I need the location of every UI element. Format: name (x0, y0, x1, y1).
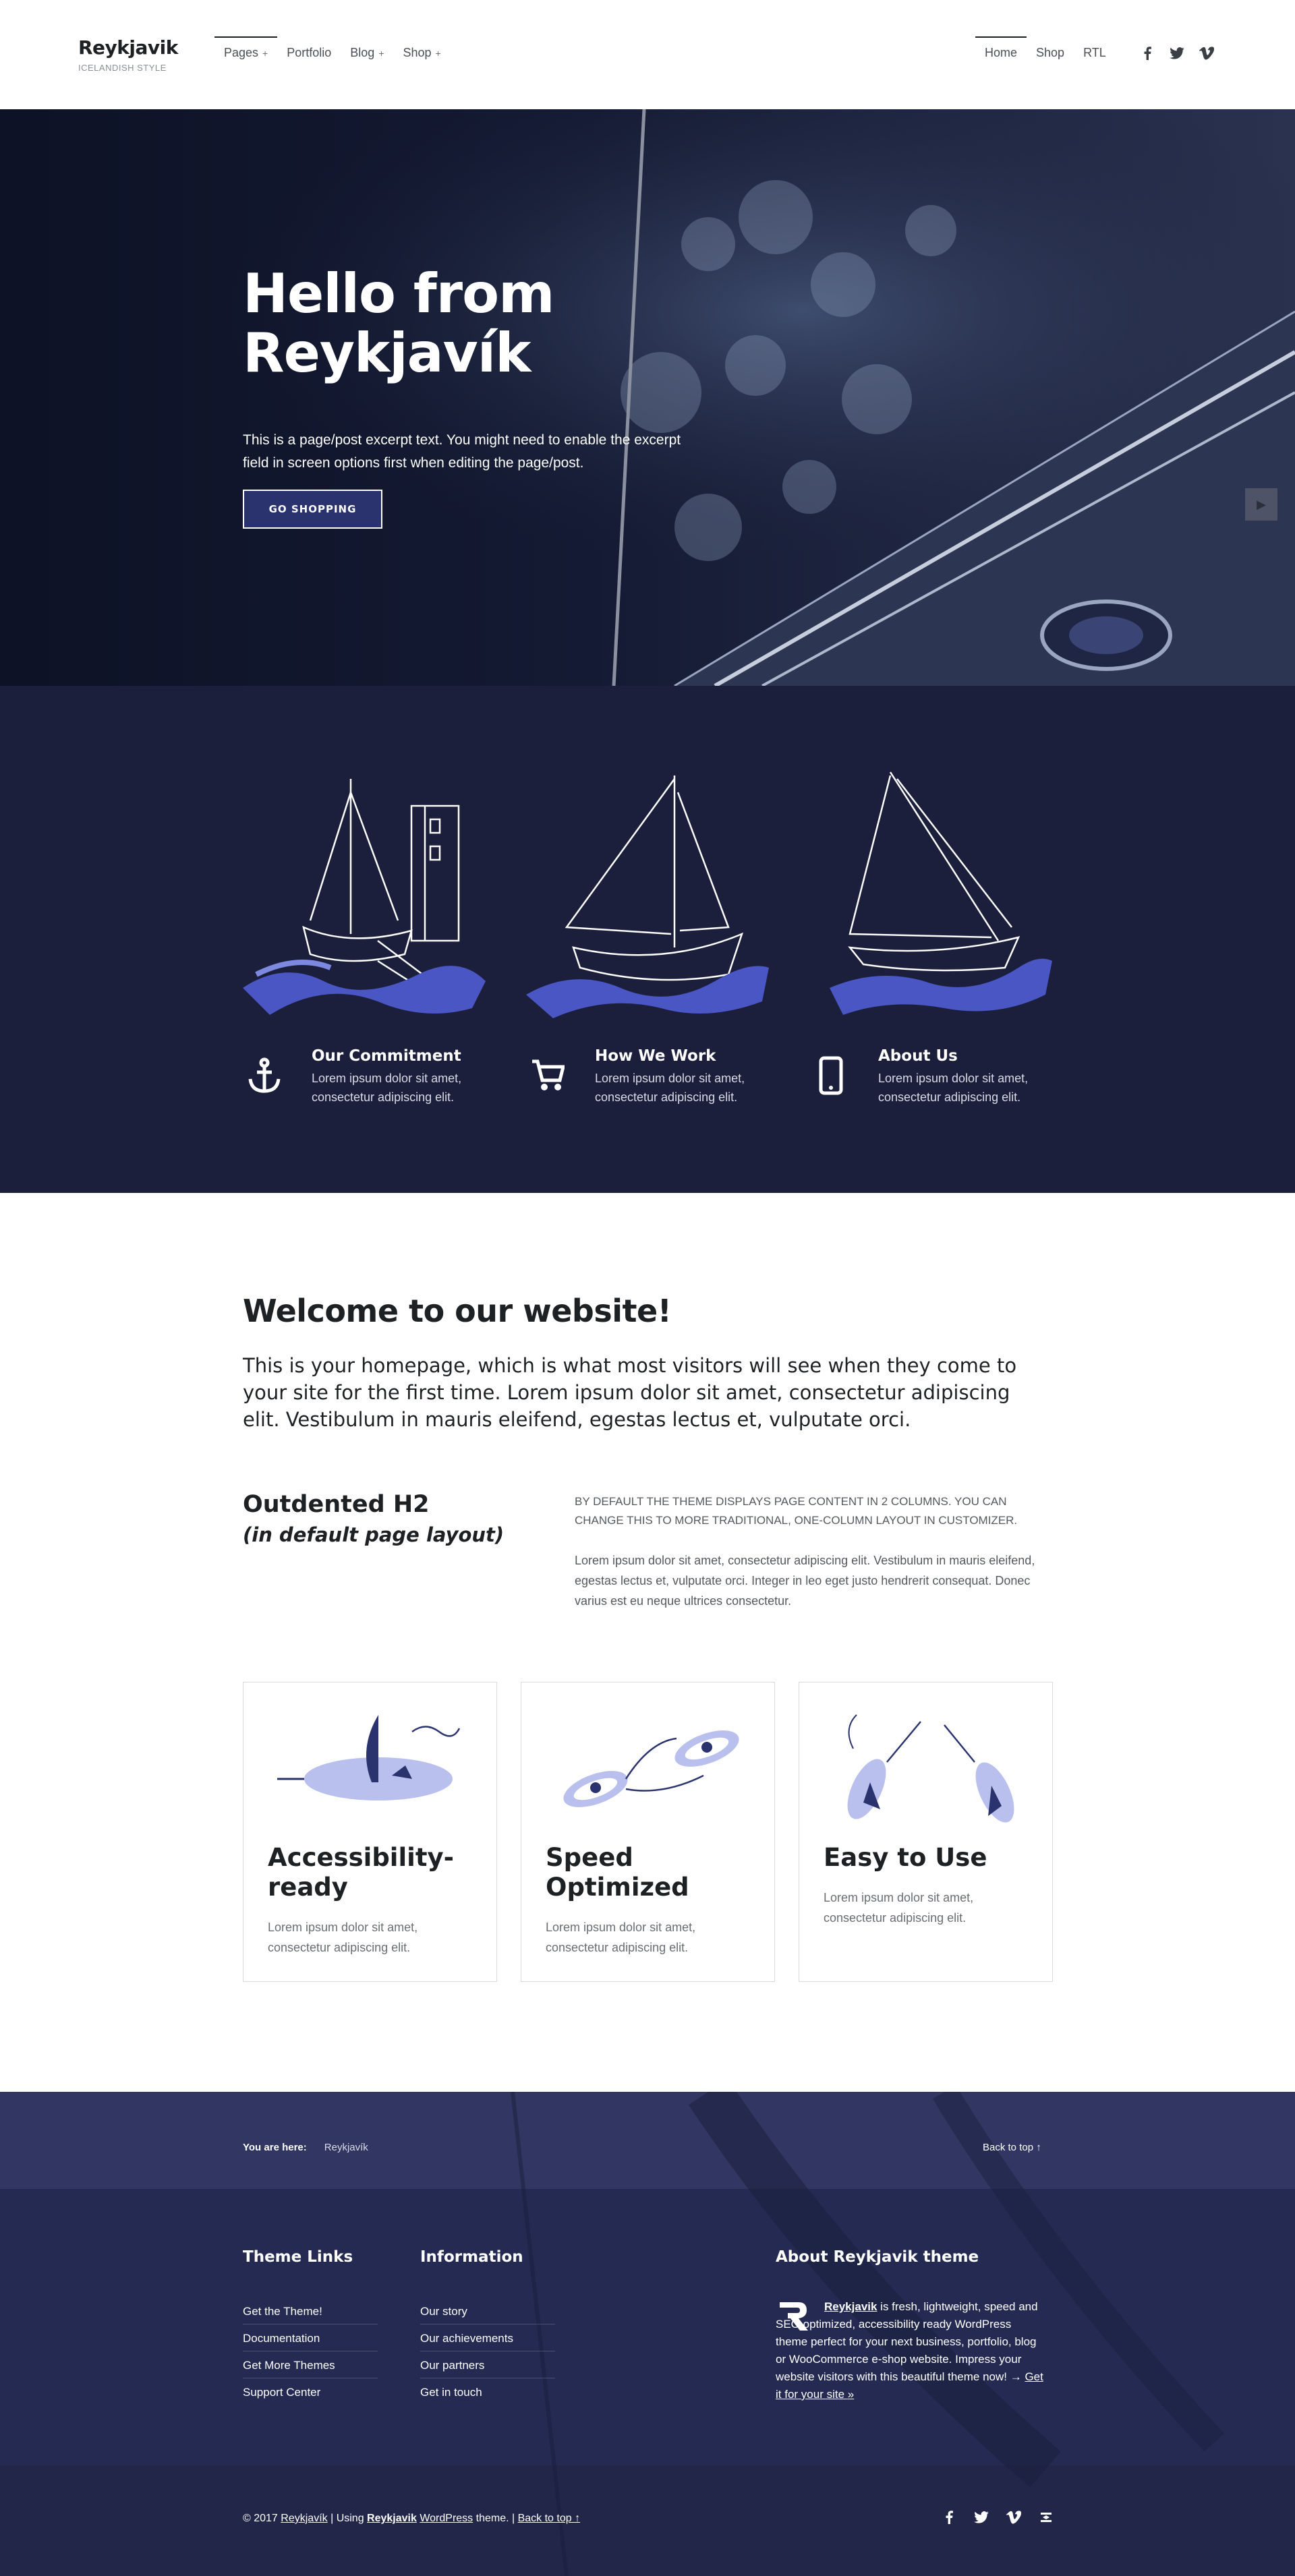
footer-link[interactable]: Get the Theme! (243, 2305, 378, 2324)
expand-plus-icon: + (262, 48, 268, 59)
card-title: Accessibility-ready (268, 1843, 455, 1902)
card-accessibility: Accessibility-ready Lorem ipsum dolor si… (243, 1682, 497, 1982)
site-title[interactable]: Reykjavik (78, 36, 178, 59)
welcome-intro: This is your homepage, which is what mos… (243, 1354, 1017, 1431)
copyright: © 2017 Reykjavík | Using Reykjavik WordP… (243, 2513, 580, 2525)
secondary-nav: Home Shop RTL (975, 36, 1116, 60)
information-heading: Information (420, 2248, 523, 2266)
about-heading: About Reykjavik theme (776, 2248, 979, 2266)
card-text: Lorem ipsum dolor sit amet, consectetur … (546, 1921, 696, 1954)
hero-background-image (0, 109, 1295, 686)
footer-link[interactable]: Get More Themes (243, 2359, 378, 2378)
feature-title: About Us (878, 1047, 958, 1065)
theme-links-heading: Theme Links (243, 2248, 353, 2266)
breadcrumb-current: Reykjavík (324, 2142, 368, 2153)
facebook-icon[interactable] (1140, 46, 1155, 61)
footer-link[interactable]: Get in touch (420, 2386, 555, 2405)
nav-item-blog[interactable]: Blog + (341, 36, 393, 60)
anchor-icon (244, 1055, 285, 1096)
nav-label: Blog (350, 46, 375, 59)
copyright-text: | Using (327, 2513, 368, 2524)
site-brand[interactable]: Reykjavik ICELANDISH STYLE (78, 36, 178, 73)
footer-social-links (942, 2510, 1054, 2525)
twitter-icon[interactable] (974, 2510, 989, 2525)
page-content: Welcome to our website! This is your hom… (0, 1193, 1295, 2092)
about-theme-link[interactable]: Reykjavik (824, 2300, 877, 2313)
expand-plus-icon: + (435, 48, 441, 59)
back-to-top-link[interactable]: Back to top ↑ (983, 2142, 1041, 2153)
feature-text: Lorem ipsum dolor sit amet, consectetur … (312, 1072, 462, 1104)
cart-icon (527, 1055, 568, 1096)
hero-banner: Hello from Reykjavík This is a page/post … (0, 109, 1295, 686)
card-speed: Speed Optimized Lorem ipsum dolor sit am… (521, 1682, 775, 1982)
phone-icon (811, 1055, 851, 1096)
hero-title-line: Reykjavík (243, 322, 531, 384)
copyright-site-link[interactable]: Reykjavík (281, 2513, 327, 2524)
nav-label: Pages (224, 46, 259, 59)
footer-background-image (0, 2092, 1295, 2576)
feature-text: Lorem ipsum dolor sit amet, consectetur … (595, 1072, 745, 1104)
vimeo-icon[interactable] (1199, 46, 1214, 61)
about-text: Reykjavik is fresh, lightweight, speed a… (776, 2298, 1045, 2403)
nav-label: Shop (403, 46, 432, 59)
card-text: Lorem ipsum dolor sit amet, consectetur … (268, 1921, 418, 1954)
feature-title: Our Commitment (312, 1047, 461, 1065)
breadcrumb-label: You are here: (243, 2142, 307, 2153)
nav-item-shop-right[interactable]: Shop (1027, 36, 1074, 60)
footer-link[interactable]: Our story (420, 2305, 555, 2324)
site-footer: You are here: Reykjavík Back to top ↑ The… (0, 2092, 1295, 2576)
nav-item-rtl[interactable]: RTL (1074, 36, 1116, 60)
card-easy-to-use: Easy to Use Lorem ipsum dolor sit amet, … (799, 1682, 1053, 1982)
site-header: Reykjavik ICELANDISH STYLE Pages + Portfo… (0, 0, 1295, 109)
nav-item-home[interactable]: Home (975, 36, 1027, 60)
outdented-h2: Outdented H2 (243, 1491, 430, 1518)
boat-top-view-illustration (277, 1715, 461, 1801)
copyright-wordpress-link[interactable]: WordPress (420, 2513, 473, 2524)
header-social-links (1140, 46, 1214, 61)
card-title: Speed Optimized (546, 1843, 689, 1902)
copyright-theme-link[interactable]: Reykjavik (367, 2513, 417, 2524)
menu-icon[interactable] (1039, 2510, 1054, 2525)
sailboat-harbor-illustration (243, 779, 486, 1015)
outdented-subtitle: (in default page layout) (243, 1523, 505, 1546)
footer-back-to-top-link[interactable]: Back to top ↑ (518, 2513, 581, 2524)
slider-next-arrow-icon[interactable]: ▶ (1245, 488, 1277, 521)
boats-racing-illustration (563, 1730, 739, 1807)
footer-link[interactable]: Documentation (243, 2332, 378, 2351)
outdented-paragraph: Lorem ipsum dolor sit amet, consectetur … (575, 1554, 1035, 1608)
features-section: Our Commitment Lorem ipsum dolor sit ame… (0, 686, 1295, 1193)
feature-title: How We Work (595, 1047, 716, 1065)
hero-excerpt: This is a page/post excerpt text. You mi… (243, 432, 681, 471)
card-text: Lorem ipsum dolor sit amet, consectetur … (824, 1891, 974, 1925)
nav-item-portfolio[interactable]: Portfolio (277, 36, 341, 60)
footer-link[interactable]: Our achievements (420, 2332, 555, 2351)
facebook-icon[interactable] (942, 2510, 956, 2525)
site-tagline: ICELANDISH STYLE (78, 63, 167, 73)
about-body: is fresh, lightweight, speed and SEO opt… (776, 2300, 1038, 2383)
twitter-icon[interactable] (1170, 46, 1184, 61)
footer-link[interactable]: Our partners (420, 2359, 555, 2378)
nav-item-pages[interactable]: Pages + (214, 36, 278, 60)
primary-nav: Pages + Portfolio Blog + Shop + (214, 36, 451, 60)
sailboat-heeling-illustration (830, 771, 1052, 1015)
go-shopping-button[interactable]: GO SHOPPING (243, 490, 382, 529)
copyright-prefix: © 2017 (243, 2513, 281, 2524)
card-title: Easy to Use (824, 1843, 987, 1872)
welcome-heading: Welcome to our website! (243, 1293, 672, 1329)
breadcrumb: You are here: Reykjavík (243, 2142, 368, 2153)
boats-diverging-illustration (847, 1714, 1014, 1823)
expand-plus-icon: + (378, 48, 384, 59)
nav-label: Portfolio (287, 46, 332, 59)
nav-item-shop[interactable]: Shop + (394, 36, 451, 60)
outdented-caps-text: By default the theme displays page conte… (575, 1495, 1018, 1527)
footer-link[interactable]: Support Center (243, 2386, 378, 2405)
feature-text: Lorem ipsum dolor sit amet, consectetur … (878, 1072, 1029, 1104)
copyright-text: theme. | (473, 2513, 518, 2524)
sailboat-illustration (526, 775, 769, 1018)
vimeo-icon[interactable] (1006, 2510, 1021, 2525)
hero-title: Hello from Reykjavík (243, 264, 715, 383)
hero-title-line: Hello from (243, 262, 554, 325)
